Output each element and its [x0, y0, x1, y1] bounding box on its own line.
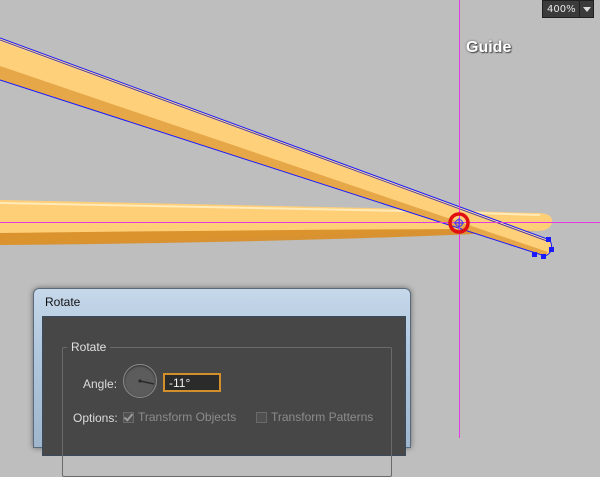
transform-objects-checkbox[interactable]	[123, 411, 134, 423]
angle-input[interactable]	[163, 373, 221, 392]
dialog-title: Rotate	[45, 295, 81, 309]
transform-patterns-label: Transform Patterns	[271, 410, 374, 424]
zoom-level-dropdown[interactable]: 400%	[542, 0, 594, 18]
transform-objects-option[interactable]: Transform Objects	[123, 410, 236, 424]
transform-objects-label: Transform Objects	[138, 410, 237, 424]
transform-patterns-option[interactable]: Transform Patterns	[256, 410, 373, 424]
dialog-body: Rotate Angle: Options: Transform Objects…	[42, 316, 406, 477]
options-label: Options:	[73, 411, 118, 425]
rotate-dialog: Rotate Rotate Angle: Options: Transform …	[33, 288, 411, 477]
angle-dial-icon[interactable]	[123, 364, 157, 398]
transform-patterns-checkbox[interactable]	[256, 411, 267, 423]
zoom-dropdown-arrow-icon[interactable]	[579, 1, 593, 17]
anchor-point[interactable]	[546, 237, 551, 242]
anchor-point[interactable]	[541, 254, 546, 259]
anchor-point[interactable]	[532, 252, 537, 257]
anchor-point[interactable]	[549, 247, 554, 252]
rotate-group-label: Rotate	[67, 340, 111, 354]
guide-annotation: Guide	[466, 39, 512, 56]
zoom-value: 400%	[547, 3, 576, 15]
angle-label: Angle:	[83, 377, 118, 391]
